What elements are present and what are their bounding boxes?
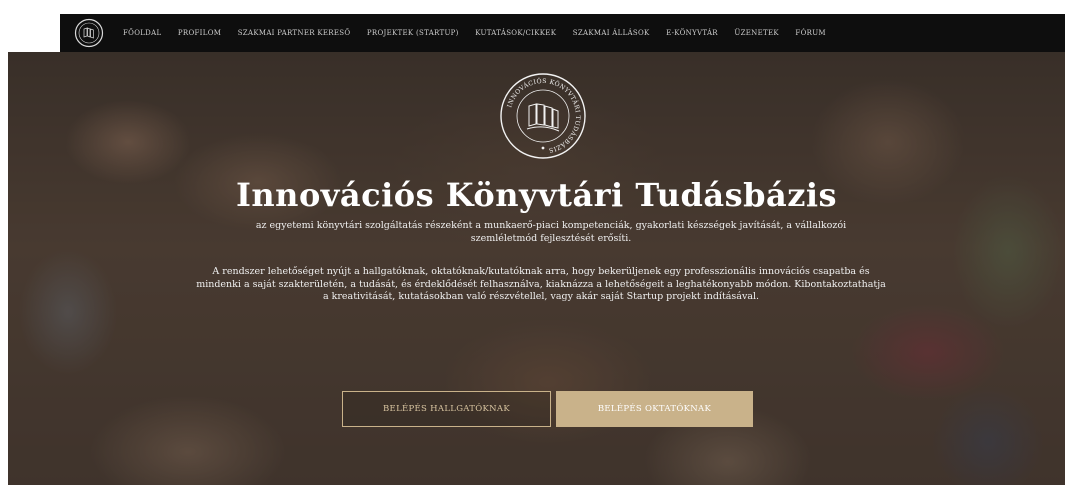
hero-subtitle: az egyetemi könyvtári szolgáltatás része…	[255, 220, 847, 244]
library-seal-icon[interactable]	[74, 18, 104, 48]
library-seal-icon: INNOVÁCIÓS KÖNYVTÁRI TUDÁSBÁZIS	[500, 73, 586, 159]
nav-item-projektek[interactable]: PROJEKTEK (STARTUP)	[367, 29, 459, 37]
hero-title: Innovációs Könyvtári Tudásbázis	[235, 176, 838, 214]
nav-item-forum[interactable]: FÓRUM	[795, 29, 825, 37]
page: FŐOLDAL PROFILOM SZAKMAI PARTNER KERESŐ …	[8, 14, 1065, 485]
nav-item-allasok[interactable]: SZAKMAI ÁLLÁSOK	[573, 29, 650, 37]
nav-item-kutatasok[interactable]: KUTATÁSOK/CIKKEK	[475, 29, 556, 37]
login-teachers-button[interactable]: BELÉPÉS OKTATÓKNAK	[556, 391, 753, 427]
main-menu: FŐOLDAL PROFILOM SZAKMAI PARTNER KERESŐ …	[123, 14, 826, 52]
login-students-button[interactable]: BELÉPÉS HALLGATÓKNAK	[342, 391, 551, 427]
nav-item-fooldal[interactable]: FŐOLDAL	[123, 29, 161, 37]
hero-section: INNOVÁCIÓS KÖNYVTÁRI TUDÁSBÁZIS Innováci…	[8, 52, 1065, 485]
nav-item-profilom[interactable]: PROFILOM	[178, 29, 221, 37]
nav-item-partner-kereso[interactable]: SZAKMAI PARTNER KERESŐ	[238, 29, 351, 37]
top-navigation-bar: FŐOLDAL PROFILOM SZAKMAI PARTNER KERESŐ …	[60, 14, 1065, 52]
nav-item-uzenetek[interactable]: ÜZENETEK	[734, 29, 779, 37]
nav-item-e-konyvtar[interactable]: E-KÖNYVTÁR	[666, 29, 718, 37]
hero-description: A rendszer lehetőséget nyújt a hallgatók…	[196, 266, 886, 302]
